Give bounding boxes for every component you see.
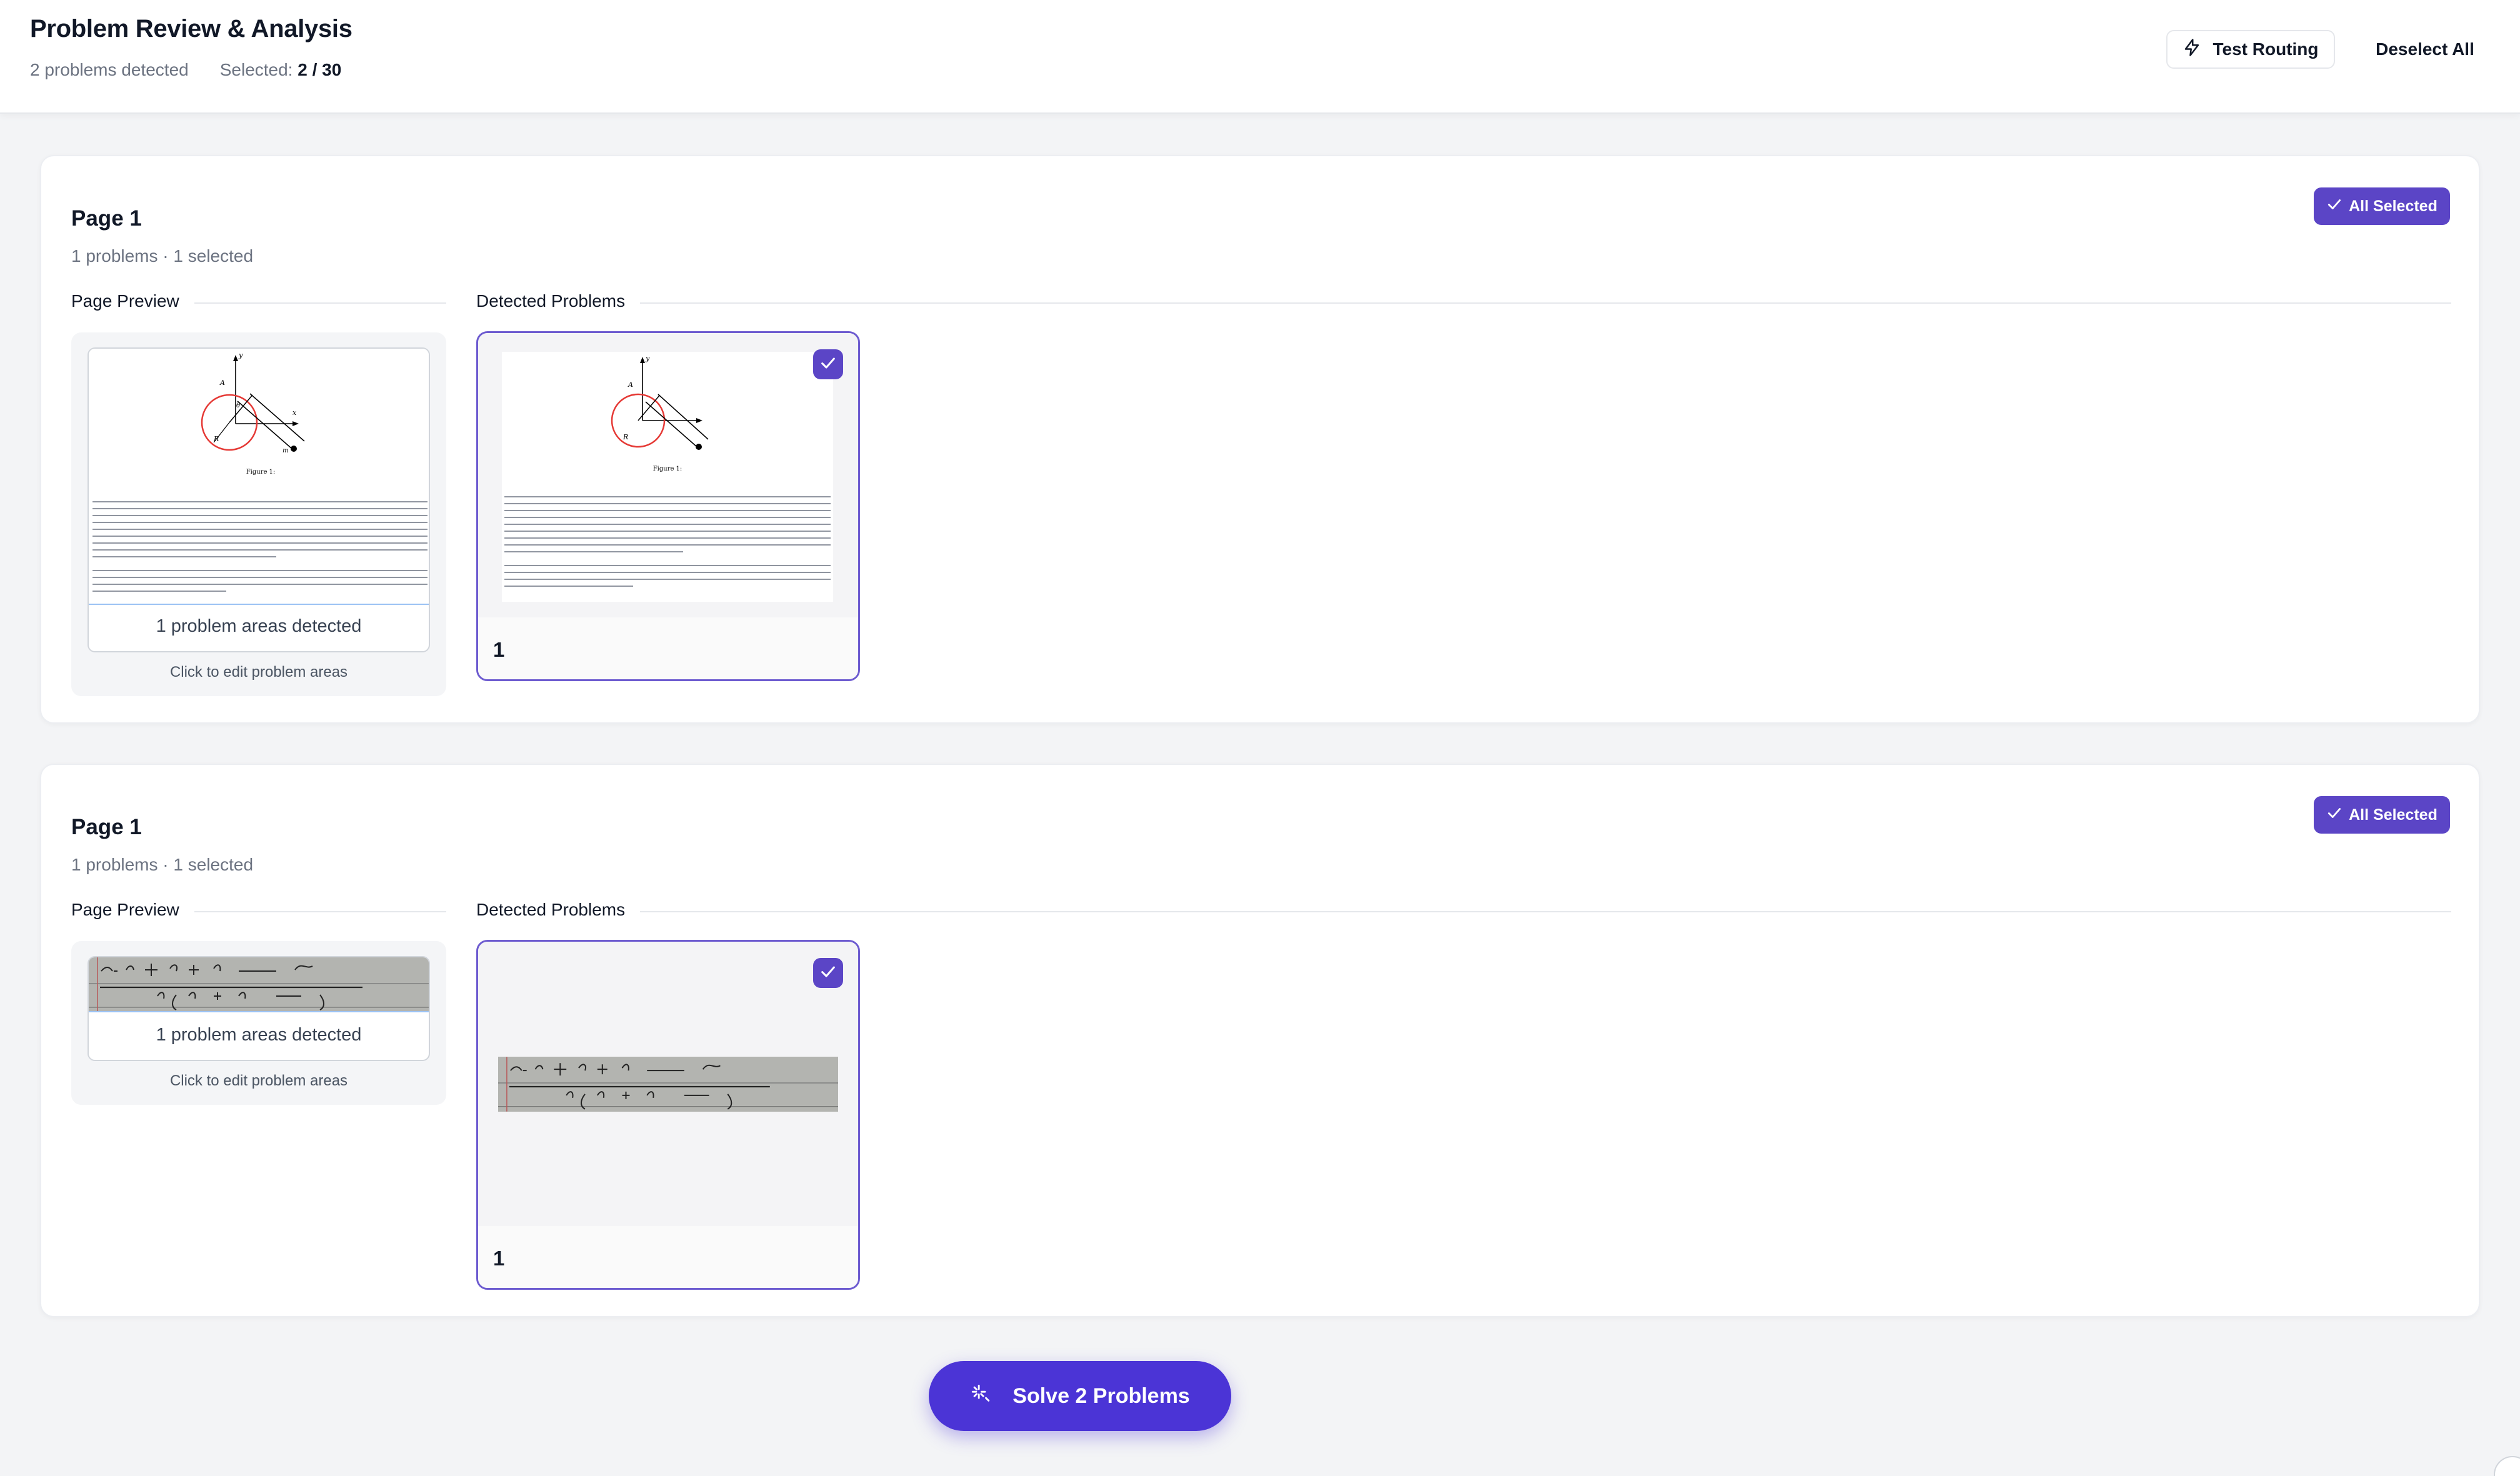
all-selected-label: All Selected xyxy=(2349,197,2438,215)
problem-card[interactable]: A y R Figure 1: 1 xyxy=(476,331,860,681)
svg-text:m: m xyxy=(282,447,288,454)
selection-count: Selected: 2 / 30 xyxy=(219,60,342,79)
page-title: Page 1 xyxy=(71,815,142,839)
detected-problems-label: Detected Problems xyxy=(476,291,641,311)
problem-thumbnail xyxy=(478,942,858,1226)
problem-image xyxy=(498,1057,838,1112)
check-icon xyxy=(2326,196,2342,217)
svg-text:R: R xyxy=(622,433,628,441)
problem-selected-checkbox[interactable] xyxy=(813,958,843,988)
check-icon xyxy=(819,963,837,984)
help-widget[interactable] xyxy=(2494,1456,2520,1476)
test-routing-button[interactable]: Test Routing xyxy=(2166,30,2335,69)
problem-selected-checkbox[interactable] xyxy=(813,349,843,379)
edit-problem-areas-hint[interactable]: Click to edit problem areas xyxy=(71,1072,446,1090)
page-preview[interactable]: A y x R θ m Figure 1: 1 problem areas de… xyxy=(71,332,446,696)
figure-caption: Figure 1: xyxy=(246,469,276,476)
svg-text:x: x xyxy=(292,409,297,417)
page-subtitle: 1 problems · 1 selected xyxy=(71,855,254,874)
svg-text:y: y xyxy=(238,351,243,359)
deselect-all-button[interactable]: Deselect All xyxy=(2356,30,2494,69)
page-header: Problem Review & Analysis 2 problems det… xyxy=(0,0,2520,114)
test-routing-label: Test Routing xyxy=(2212,39,2319,59)
svg-text:θ: θ xyxy=(236,402,240,409)
problem-footer xyxy=(478,617,858,679)
detected-problems-label: Detected Problems xyxy=(476,900,641,920)
divider xyxy=(476,911,2451,912)
lightning-icon xyxy=(2182,38,2201,61)
divider xyxy=(476,302,2451,304)
page-preview[interactable]: 1 problem areas detected Click to edit p… xyxy=(71,941,446,1105)
page-subtitle: 1 problems · 1 selected xyxy=(71,246,254,266)
page-card: Page 1 1 problems · 1 selected All Selec… xyxy=(40,764,2480,1317)
page-image xyxy=(89,957,429,1012)
svg-text:A: A xyxy=(628,381,633,389)
header-meta: 2 problems detected Selected: 2 / 30 xyxy=(30,60,341,80)
physics-figure: A y R Figure 1: xyxy=(504,354,831,587)
sparkle-icon xyxy=(970,1383,991,1410)
solve-button-label: Solve 2 Problems xyxy=(1012,1384,1190,1408)
problem-areas-count: 1 problem areas detected xyxy=(156,616,362,636)
page-preview-label: Page Preview xyxy=(71,900,194,920)
svg-text:R: R xyxy=(213,435,219,443)
all-selected-badge[interactable]: All Selected xyxy=(2314,796,2450,834)
problem-number: 1 xyxy=(493,638,505,661)
svg-text:Figure 1:: Figure 1: xyxy=(653,466,682,472)
check-icon xyxy=(2326,805,2342,825)
problem-number: 1 xyxy=(493,1247,505,1270)
preview-thumbnail[interactable]: A y x R θ m Figure 1: 1 problem areas de… xyxy=(88,347,430,652)
page-title: Page 1 xyxy=(71,206,142,231)
all-selected-label: All Selected xyxy=(2349,805,2438,824)
page-card: Page 1 1 problems · 1 selected All Selec… xyxy=(40,155,2480,724)
handwritten-equation xyxy=(89,957,429,1011)
page-title: Problem Review & Analysis xyxy=(30,15,352,42)
handwritten-equation xyxy=(498,1057,838,1112)
check-icon xyxy=(819,354,837,375)
svg-text:A: A xyxy=(219,379,225,387)
page-preview-label: Page Preview xyxy=(71,291,194,311)
preview-thumbnail[interactable]: 1 problem areas detected xyxy=(88,956,430,1061)
edit-problem-areas-hint[interactable]: Click to edit problem areas xyxy=(71,664,446,681)
problem-footer xyxy=(478,1226,858,1288)
problem-thumbnail: A y R Figure 1: xyxy=(478,333,858,617)
problem-image: A y R Figure 1: xyxy=(502,352,833,602)
physics-figure: A y x R θ m Figure 1: xyxy=(92,351,428,592)
all-selected-badge[interactable]: All Selected xyxy=(2314,187,2450,225)
problems-detected-count: 2 problems detected xyxy=(30,60,189,79)
page-image: A y x R θ m Figure 1: xyxy=(89,349,429,605)
solve-problems-button[interactable]: Solve 2 Problems xyxy=(929,1361,1231,1431)
svg-text:y: y xyxy=(645,354,650,362)
problem-areas-count: 1 problem areas detected xyxy=(156,1025,362,1045)
problem-card[interactable]: 1 xyxy=(476,940,860,1290)
